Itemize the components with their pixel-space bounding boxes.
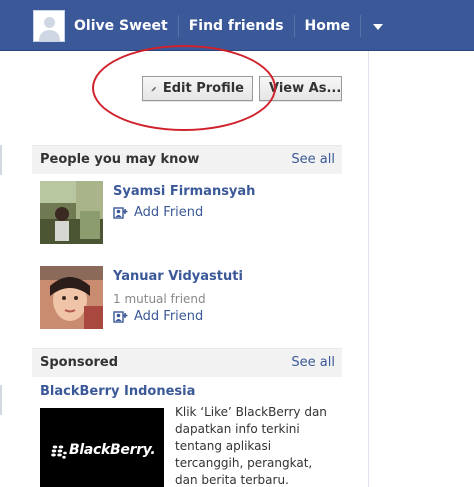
add-friend-label: Add Friend: [134, 309, 204, 324]
add-friend-button[interactable]: Add Friend: [113, 309, 203, 324]
edit-profile-button[interactable]: Edit Profile: [142, 76, 253, 101]
pencil-icon: [151, 86, 157, 91]
view-as-label: View As...: [269, 81, 342, 96]
avatar-body-shape: [39, 30, 60, 41]
blackberry-logo-icon: [51, 445, 67, 459]
friend-suggestion-name[interactable]: Yanuar Vidyastuti: [113, 269, 243, 284]
left-edge-divider: [0, 385, 2, 415]
add-friend-label: Add Friend: [134, 205, 204, 220]
add-friend-button[interactable]: Add Friend: [113, 205, 203, 220]
home-link[interactable]: Home: [305, 18, 350, 34]
column-divider: [368, 51, 369, 487]
avatar[interactable]: [33, 10, 65, 42]
sponsored-title: Sponsored: [40, 355, 119, 370]
friend-suggestion-name[interactable]: Syamsi Firmansyah: [113, 184, 255, 199]
add-friend-icon: [113, 207, 128, 219]
people-you-may-know-header: People you may know See all: [32, 145, 342, 174]
friend-suggestion-photo[interactable]: [40, 181, 103, 244]
find-friends-link[interactable]: Find friends: [189, 18, 284, 34]
nav-divider: [359, 15, 361, 37]
left-edge-divider: [0, 145, 2, 175]
ad-image[interactable]: BlackBerry.: [40, 408, 164, 487]
friend-suggestion-photo[interactable]: [40, 266, 103, 329]
ad-description: Klik ‘Like’ BlackBerry dan dapatkan info…: [175, 405, 327, 487]
ad-brand-text: BlackBerry.: [69, 442, 156, 458]
ad-title-link[interactable]: BlackBerry Indonesia: [40, 384, 195, 399]
nav-divider: [293, 15, 295, 37]
account-menu-chevron-down-icon[interactable]: [372, 24, 383, 30]
top-nav: Olive Sweet Find friends Home: [33, 8, 383, 44]
mutual-friends-link[interactable]: 1 mutual friend: [113, 292, 206, 306]
sponsored-see-all-link[interactable]: See all: [291, 355, 335, 370]
people-you-may-know-title: People you may know: [40, 152, 200, 167]
nav-divider: [177, 15, 179, 37]
sponsored-header: Sponsored See all: [32, 348, 342, 377]
people-see-all-link[interactable]: See all: [291, 152, 335, 167]
avatar-head-shape: [44, 17, 55, 28]
profile-name-link[interactable]: Olive Sweet: [74, 18, 168, 34]
top-navigation-bar: Olive Sweet Find friends Home: [0, 0, 474, 51]
view-as-button[interactable]: View As...: [259, 76, 342, 101]
add-friend-icon: [113, 311, 128, 323]
edit-profile-label: Edit Profile: [162, 81, 244, 96]
